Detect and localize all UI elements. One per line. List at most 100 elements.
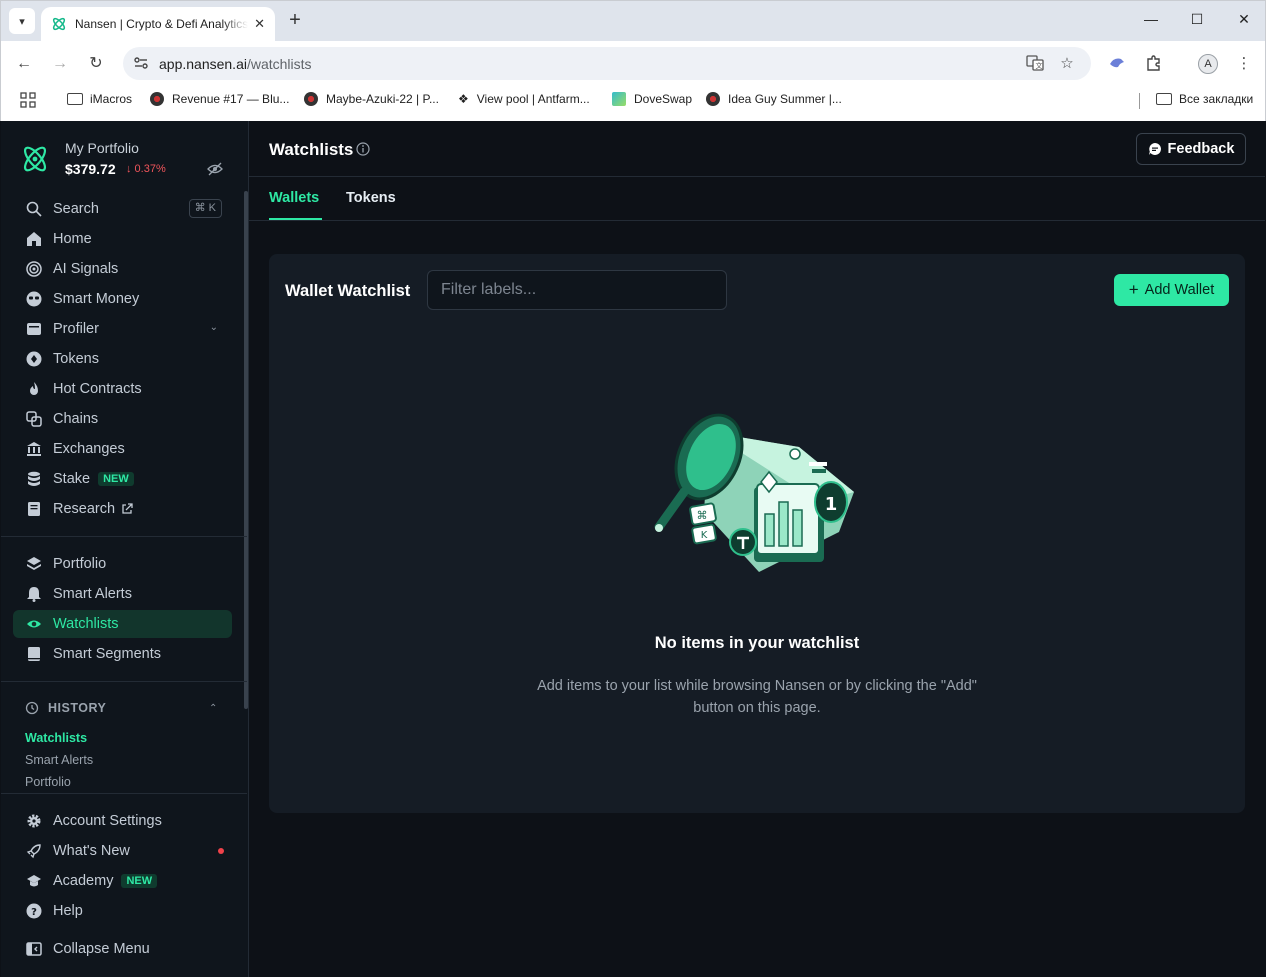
filter-labels-input[interactable] <box>427 270 727 310</box>
forward-icon[interactable]: → <box>49 53 71 75</box>
home-icon <box>25 230 43 248</box>
chevron-down-icon[interactable]: ⌄ <box>210 322 218 333</box>
tab-search-button[interactable]: ▾ <box>9 8 35 34</box>
sidebar-item-smart-money[interactable]: Smart Money <box>13 285 232 313</box>
graduation-cap-icon <box>25 872 43 890</box>
history-link-portfolio[interactable]: Portfolio <box>25 775 71 789</box>
plus-icon: + <box>1128 280 1139 299</box>
bank-icon <box>25 440 43 458</box>
sidebar-item-smart-alerts[interactable]: Smart Alerts <box>13 580 232 608</box>
extensions-icon[interactable] <box>1144 54 1164 74</box>
sidebar-item-hot-contracts[interactable]: Hot Contracts <box>13 375 232 403</box>
history-link-smart-alerts[interactable]: Smart Alerts <box>25 753 93 767</box>
translate-icon[interactable]: 文 <box>1025 54 1045 74</box>
bookmark-item[interactable]: ❖ View pool | Antfarm... <box>458 92 590 106</box>
add-wallet-button[interactable]: + Add Wallet <box>1114 274 1229 306</box>
sidebar-item-tokens[interactable]: Tokens <box>13 345 232 373</box>
sidebar-divider <box>1 681 247 682</box>
sidebar-item-portfolio[interactable]: Portfolio <box>13 550 232 578</box>
hide-balance-icon[interactable] <box>207 161 223 177</box>
tab-wallets[interactable]: Wallets <box>269 190 319 206</box>
sidebar-item-home[interactable]: Home <box>13 225 232 253</box>
portfolio-label[interactable]: My Portfolio <box>65 140 139 156</box>
new-tab-button[interactable]: + <box>285 10 305 30</box>
apps-grid-icon[interactable] <box>20 92 36 108</box>
back-icon[interactable]: ← <box>13 53 35 75</box>
sidebar-item-smart-segments[interactable]: Smart Segments <box>13 640 232 668</box>
bookmarks-bar: iMacros Revenue #17 — Blu... Maybe-Azuki… <box>1 87 1265 115</box>
search-icon <box>25 200 43 218</box>
info-icon[interactable] <box>356 142 370 156</box>
sidebar-item-collapse-menu[interactable]: Collapse Menu <box>13 935 232 963</box>
page-tabs: Wallets Tokens <box>249 177 1265 221</box>
sidebar-item-help[interactable]: ? Help <box>13 897 232 925</box>
minimize-icon[interactable]: — <box>1139 11 1163 27</box>
nansen-app: My Portfolio $379.72 ↓ 0.37% Search ⌘ K … <box>1 121 1265 977</box>
profile-card-icon <box>25 320 43 338</box>
new-badge: NEW <box>121 874 158 888</box>
sidebar-item-account-settings[interactable]: Account Settings <box>13 807 232 835</box>
bookmark-item[interactable]: DoveSwap <box>612 92 692 106</box>
nansen-logo-icon[interactable] <box>19 143 51 175</box>
sidebar-item-whats-new[interactable]: What's New <box>13 837 232 865</box>
bookmark-star-icon[interactable]: ☆ <box>1057 54 1077 74</box>
main-content: Watchlists Feedback Wallets Tokens Walle… <box>249 121 1265 977</box>
bookmark-folder[interactable]: iMacros <box>67 92 132 106</box>
browser-menu-icon[interactable]: ⋮ <box>1234 54 1254 74</box>
bookmark-item[interactable]: Revenue #17 — Blu... <box>150 92 289 106</box>
signal-icon <box>25 260 43 278</box>
eye-icon <box>25 615 43 633</box>
eye-face-icon <box>706 92 720 106</box>
tab-tokens[interactable]: Tokens <box>346 190 396 206</box>
sidebar-item-watchlists[interactable]: Watchlists <box>13 610 232 638</box>
collapse-icon <box>25 940 43 958</box>
site-settings-icon[interactable] <box>133 55 149 71</box>
history-link-watchlists[interactable]: Watchlists <box>25 731 87 745</box>
rocket-icon <box>25 842 43 860</box>
gear-icon <box>25 812 43 830</box>
maximize-icon[interactable]: ☐ <box>1185 11 1209 28</box>
tab-close-icon[interactable]: ✕ <box>254 16 265 32</box>
chevron-up-icon[interactable]: ⌃ <box>209 703 217 714</box>
reload-icon[interactable]: ↻ <box>85 53 107 75</box>
bookmark-separator <box>1139 93 1140 109</box>
bookmark-item[interactable]: Idea Guy Summer |... <box>706 92 842 106</box>
url-text: app.nansen.ai/watchlists <box>159 56 312 72</box>
notification-dot <box>218 848 224 854</box>
close-window-icon[interactable]: ✕ <box>1232 11 1256 28</box>
wallet-watchlist-card: Wallet Watchlist + Add Wallet ⌘ <box>269 254 1245 813</box>
svg-text:文: 文 <box>1036 61 1043 70</box>
feedback-button[interactable]: Feedback <box>1136 133 1246 165</box>
eye-face-icon <box>150 92 164 106</box>
empty-state-title: No items in your watchlist <box>654 634 860 652</box>
folder-icon <box>67 93 83 105</box>
bell-icon <box>25 585 43 603</box>
portfolio-change: ↓ 0.37% <box>126 163 166 175</box>
eye-face-icon <box>304 92 318 106</box>
extension-puzzle-bird-icon[interactable] <box>1107 54 1127 74</box>
sidebar-item-research[interactable]: Research <box>13 495 232 523</box>
profile-avatar[interactable]: A <box>1198 54 1218 74</box>
browser-tab[interactable]: Nansen | Crypto & Defi Analytics ✕ <box>41 7 275 41</box>
tab-strip: ▾ Nansen | Crypto & Defi Analytics ✕ + —… <box>1 1 1265 41</box>
svg-text:?: ? <box>31 907 37 918</box>
database-icon <box>25 470 43 488</box>
sidebar-item-stake[interactable]: Stake NEW <box>13 465 232 493</box>
history-header[interactable]: HISTORY <box>25 701 106 715</box>
chain-icon <box>25 410 43 428</box>
history-icon <box>25 701 39 715</box>
sidebar-item-academy[interactable]: Academy NEW <box>13 867 232 895</box>
all-bookmarks[interactable]: Все закладки <box>1156 92 1253 106</box>
bookmark-item[interactable]: Maybe-Azuki-22 | P... <box>304 92 439 106</box>
sidebar-item-chains[interactable]: Chains <box>13 405 232 433</box>
empty-state-illustration: ⌘ K 1 <box>654 413 854 572</box>
sidebar-scrollbar[interactable] <box>244 191 248 709</box>
page-title: Watchlists <box>269 140 354 159</box>
sidebar-item-ai-signals[interactable]: AI Signals <box>13 255 232 283</box>
svg-text:⌘: ⌘ <box>697 509 708 522</box>
address-bar[interactable]: app.nansen.ai/watchlists 文 ☆ <box>123 47 1091 80</box>
sunglasses-icon <box>25 290 43 308</box>
sidebar-item-search[interactable]: Search ⌘ K <box>13 195 232 223</box>
sidebar-item-exchanges[interactable]: Exchanges <box>13 435 232 463</box>
sidebar-item-profiler[interactable]: Profiler ⌄ <box>13 315 232 343</box>
